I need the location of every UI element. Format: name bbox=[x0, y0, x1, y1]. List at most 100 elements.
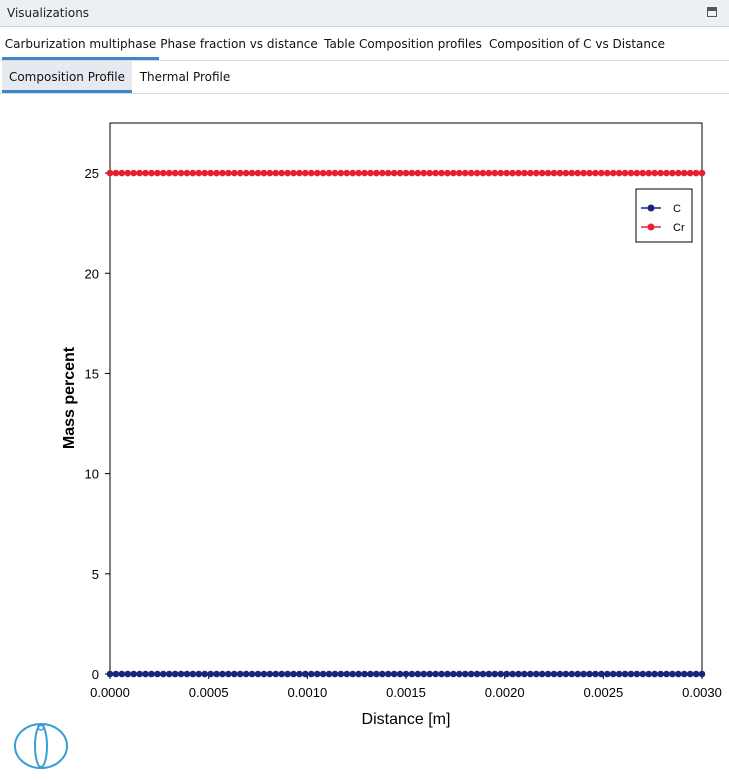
data-point-c bbox=[373, 670, 380, 678]
data-point-c bbox=[473, 670, 481, 678]
data-point-cr bbox=[538, 169, 546, 177]
data-point-c bbox=[491, 670, 499, 678]
data-point-c bbox=[438, 670, 445, 678]
data-point-c bbox=[568, 670, 576, 678]
x-tick-label: 0.0015 bbox=[386, 685, 426, 700]
data-point-cr bbox=[473, 169, 481, 177]
data-point-cr bbox=[515, 169, 522, 177]
data-point-cr bbox=[284, 169, 291, 177]
data-point-cr bbox=[556, 169, 564, 177]
data-point-cr bbox=[402, 169, 410, 177]
data-point-cr bbox=[603, 169, 611, 177]
data-point-cr bbox=[627, 169, 635, 177]
data-point-c bbox=[325, 670, 333, 678]
data-point-cr bbox=[438, 169, 445, 177]
legend-marker-c bbox=[647, 204, 655, 212]
data-point-cr bbox=[479, 169, 487, 177]
data-point-cr bbox=[266, 169, 274, 177]
data-point-c bbox=[171, 670, 179, 678]
data-point-c bbox=[284, 670, 291, 678]
data-point-c bbox=[450, 670, 457, 678]
legend: C Cr bbox=[635, 188, 693, 243]
data-point-c bbox=[479, 670, 487, 678]
data-point-c bbox=[663, 670, 670, 678]
data-point-cr bbox=[509, 169, 516, 177]
data-point-c bbox=[675, 670, 682, 678]
data-point-c bbox=[136, 670, 143, 678]
data-point-cr bbox=[692, 169, 700, 177]
data-point-c bbox=[361, 670, 368, 678]
data-point-c bbox=[106, 670, 114, 678]
data-point-c bbox=[621, 670, 629, 678]
data-point-cr bbox=[124, 169, 132, 177]
data-point-cr bbox=[367, 169, 374, 177]
data-point-cr bbox=[698, 169, 706, 177]
data-point-c bbox=[402, 670, 410, 678]
chart-svg: 0.0000 0.0005 0.0010 0.0015 0.0020 0.0025 0.00… bbox=[14, 122, 722, 769]
data-point-c bbox=[485, 670, 493, 678]
data-point-c bbox=[112, 670, 120, 678]
data-point-c bbox=[444, 670, 451, 678]
data-point-c bbox=[532, 670, 540, 678]
data-point-c bbox=[142, 670, 149, 678]
data-point-cr bbox=[207, 169, 214, 177]
data-point-c bbox=[195, 670, 203, 678]
x-tick-label: 0.0030 bbox=[682, 685, 722, 700]
data-point-cr bbox=[278, 169, 285, 177]
data-point-c bbox=[680, 670, 688, 678]
data-point-c bbox=[645, 670, 653, 678]
data-point-c bbox=[503, 670, 510, 678]
data-point-cr bbox=[414, 169, 422, 177]
data-point-cr bbox=[450, 169, 457, 177]
data-point-cr bbox=[568, 169, 576, 177]
data-point-c bbox=[296, 670, 303, 678]
x-tick-label: 0.0000 bbox=[90, 685, 130, 700]
data-point-cr bbox=[319, 169, 327, 177]
data-point-cr bbox=[349, 169, 357, 177]
data-point-cr bbox=[154, 169, 161, 177]
data-point-c bbox=[627, 670, 635, 678]
data-point-cr bbox=[580, 169, 587, 177]
data-point-c bbox=[651, 670, 658, 678]
data-point-cr bbox=[651, 169, 658, 177]
data-point-cr bbox=[183, 169, 191, 177]
data-point-c bbox=[515, 670, 522, 678]
plot-frame bbox=[109, 122, 703, 675]
data-point-cr bbox=[136, 169, 143, 177]
data-point-cr bbox=[254, 169, 262, 177]
data-point-cr bbox=[384, 169, 392, 177]
data-point-cr bbox=[639, 169, 647, 177]
data-point-c bbox=[432, 670, 439, 678]
data-point-c bbox=[698, 670, 706, 678]
data-point-cr bbox=[236, 169, 244, 177]
data-point-cr bbox=[142, 169, 149, 177]
data-point-c bbox=[154, 670, 161, 678]
data-point-cr bbox=[598, 169, 605, 177]
data-point-cr bbox=[171, 169, 179, 177]
x-tick-label: 0.0025 bbox=[583, 685, 623, 700]
legend-label-cr: Cr bbox=[673, 222, 685, 234]
data-point-c bbox=[148, 670, 155, 678]
data-point-c bbox=[657, 670, 664, 678]
data-point-c bbox=[118, 670, 126, 678]
data-point-cr bbox=[118, 169, 126, 177]
data-point-c bbox=[213, 670, 220, 678]
data-point-cr bbox=[592, 169, 599, 177]
data-point-cr bbox=[686, 169, 694, 177]
data-point-c bbox=[396, 670, 404, 678]
data-point-c bbox=[337, 670, 345, 678]
data-point-cr bbox=[645, 169, 653, 177]
data-point-cr bbox=[159, 169, 167, 177]
data-point-cr bbox=[373, 169, 380, 177]
data-point-c bbox=[603, 670, 611, 678]
data-point-c bbox=[550, 670, 558, 678]
data-point-cr bbox=[432, 169, 439, 177]
data-point-c bbox=[574, 670, 581, 678]
data-point-c bbox=[189, 670, 197, 678]
data-point-c bbox=[509, 670, 516, 678]
data-point-cr bbox=[657, 169, 664, 177]
data-point-c bbox=[580, 670, 587, 678]
data-point-c bbox=[615, 670, 623, 678]
data-point-c bbox=[426, 670, 433, 678]
data-point-c bbox=[313, 670, 321, 678]
